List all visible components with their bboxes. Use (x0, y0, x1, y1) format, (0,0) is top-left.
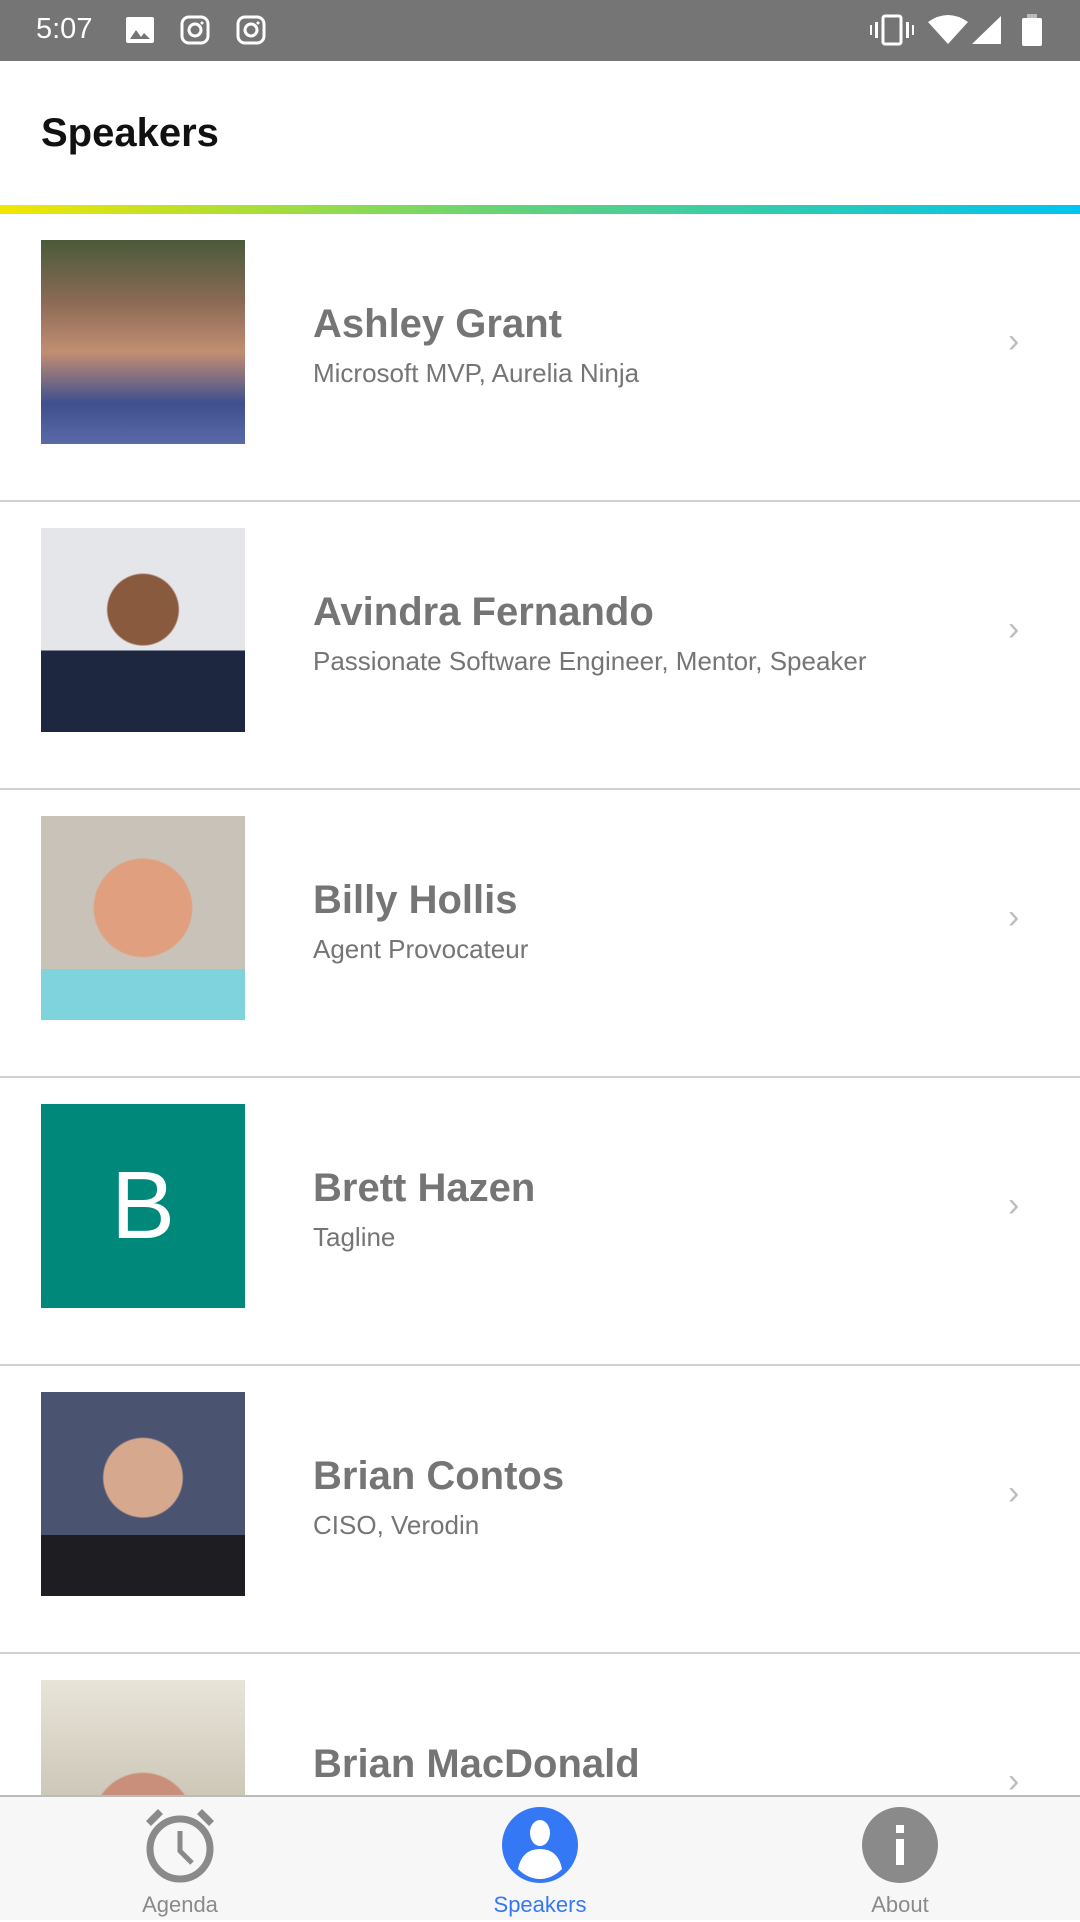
speaker-initial-avatar: B (41, 1104, 245, 1308)
chevron-right-icon: › (1008, 1474, 1020, 1512)
speaker-row-avindra-fernando[interactable]: Avindra Fernando Passionate Software Eng… (0, 502, 1080, 790)
speaker-tagline: Passionate Software Engineer, Mentor, Sp… (313, 646, 867, 676)
bottom-tab-bar: Agenda Speakers About (0, 1795, 1080, 1920)
signal-icon (972, 16, 1001, 44)
speaker-photo (41, 1680, 245, 1795)
speaker-name: Brian MacDonald (313, 1742, 640, 1786)
speaker-row-billy-hollis[interactable]: Billy Hollis Agent Provocateur › (0, 790, 1080, 1078)
speaker-name: Billy Hollis (313, 878, 518, 922)
speaker-name: Brett Hazen (313, 1166, 536, 1210)
tab-label: Agenda (142, 1892, 218, 1917)
tab-agenda[interactable]: Agenda (80, 1797, 280, 1922)
instagram-icon (180, 15, 210, 45)
speaker-row-ashley-grant[interactable]: Ashley Grant Microsoft MVP, Aurelia Ninj… (0, 214, 1080, 502)
instagram-icon (236, 15, 266, 45)
speaker-tagline: Tagline (313, 1222, 396, 1252)
speaker-row-brian-contos[interactable]: Brian Contos CISO, Verodin › (0, 1366, 1080, 1654)
image-notification-icon (126, 17, 154, 43)
status-bar: 5:07 (0, 0, 1080, 61)
speaker-tagline: Microsoft MVP, Aurelia Ninja (313, 358, 640, 388)
status-time: 5:07 (36, 13, 93, 45)
chevron-right-icon: › (1008, 1762, 1020, 1795)
speaker-row-brett-hazen[interactable]: B Brett Hazen Tagline › (0, 1078, 1080, 1366)
vibrate-icon (870, 14, 914, 46)
chevron-right-icon: › (1008, 1186, 1020, 1224)
battery-icon (1022, 14, 1042, 46)
chevron-right-icon: › (1008, 322, 1020, 360)
speaker-tagline: Agent Provocateur (313, 934, 529, 964)
chevron-right-icon: › (1008, 610, 1020, 648)
speaker-photo (41, 528, 245, 732)
gradient-divider (0, 205, 1080, 214)
tab-speakers[interactable]: Speakers (440, 1797, 640, 1922)
info-icon (862, 1807, 938, 1883)
speaker-name: Ashley Grant (313, 302, 562, 346)
speaker-photo (41, 1392, 245, 1596)
speaker-tagline: CISO, Verodin (313, 1510, 480, 1540)
speaker-list[interactable]: Ashley Grant Microsoft MVP, Aurelia Ninj… (0, 214, 1080, 1795)
tab-label: Speakers (493, 1892, 587, 1917)
person-icon (502, 1807, 578, 1883)
speaker-row-brian-macdonald[interactable]: Brian MacDonald › (0, 1654, 1080, 1795)
speaker-name: Avindra Fernando (313, 590, 654, 634)
alarm-clock-icon (146, 1809, 214, 1883)
speaker-photo (41, 816, 245, 1020)
app-header: Speakers (0, 61, 1080, 205)
wifi-icon (928, 15, 968, 44)
chevron-right-icon: › (1008, 898, 1020, 936)
page-title: Speakers (41, 111, 219, 155)
speaker-name: Brian Contos (313, 1454, 565, 1498)
speaker-photo (41, 240, 245, 444)
tab-label: About (871, 1892, 929, 1917)
tab-about[interactable]: About (800, 1797, 1000, 1922)
